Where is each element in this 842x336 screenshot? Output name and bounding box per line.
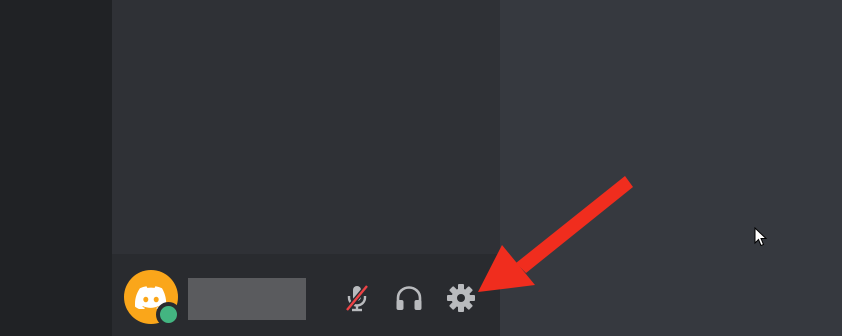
microphone-muted-icon bbox=[345, 284, 369, 312]
user-settings-button[interactable] bbox=[443, 280, 479, 316]
server-list bbox=[0, 0, 112, 336]
user-panel bbox=[112, 254, 500, 336]
mute-microphone-button[interactable] bbox=[339, 280, 375, 316]
username-redacted[interactable] bbox=[188, 278, 306, 320]
online-status-indicator bbox=[156, 302, 181, 327]
headphones-icon bbox=[396, 286, 422, 310]
gear-icon bbox=[447, 284, 475, 312]
deafen-button[interactable] bbox=[391, 280, 427, 316]
main-content-area bbox=[500, 0, 842, 336]
mouse-cursor-icon bbox=[754, 227, 768, 247]
discord-window bbox=[0, 0, 842, 336]
